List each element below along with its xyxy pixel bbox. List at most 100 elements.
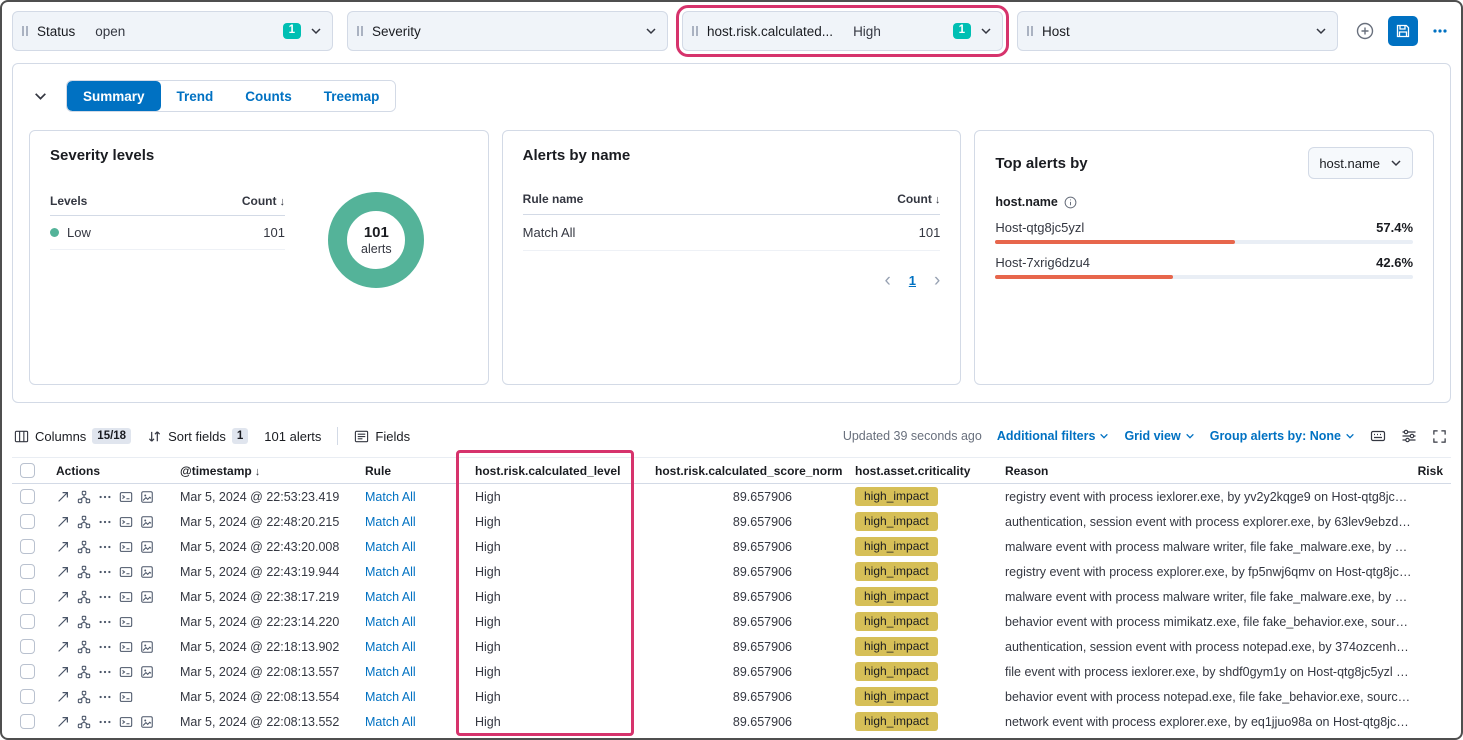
analyze-event-icon[interactable] xyxy=(77,715,91,729)
session-view-icon[interactable] xyxy=(119,615,133,629)
additional-filters-button[interactable]: Additional filters xyxy=(997,429,1110,443)
fullscreen-button[interactable] xyxy=(1432,429,1447,444)
timeline-icon-button[interactable] xyxy=(140,640,154,654)
analyze-event-icon[interactable] xyxy=(77,590,91,604)
session-view-icon[interactable] xyxy=(119,490,133,504)
timeline-icon-button[interactable] xyxy=(140,665,154,679)
timeline-icon-button[interactable] xyxy=(140,515,154,529)
filter-pill[interactable]: Host xyxy=(1017,11,1338,51)
col-header-risk-level[interactable]: host.risk.calculated_level xyxy=(462,464,647,478)
analyze-event-icon[interactable] xyxy=(77,490,91,504)
session-view-icon[interactable] xyxy=(119,690,133,704)
alert-reason[interactable]: malware event with process malware write… xyxy=(997,590,1413,604)
top-alerts-field-select[interactable]: host.name xyxy=(1308,147,1413,179)
group-alerts-by-button[interactable]: Group alerts by: None xyxy=(1210,429,1355,443)
alert-reason[interactable]: network event with process explorer.exe,… xyxy=(997,715,1413,729)
expand-alert-icon[interactable] xyxy=(56,665,70,679)
tab-counts[interactable]: Counts xyxy=(229,81,308,111)
severity-col-count[interactable]: Count↓ xyxy=(242,194,285,208)
timeline-icon-button[interactable] xyxy=(140,590,154,604)
analyze-event-icon[interactable] xyxy=(77,540,91,554)
grid-view-button[interactable]: Grid view xyxy=(1124,429,1194,443)
col-header-risk-score[interactable]: host.risk.calculated_score_norm xyxy=(647,464,847,478)
display-options-button[interactable] xyxy=(1401,428,1417,444)
session-view-icon[interactable] xyxy=(119,515,133,529)
page-number[interactable]: 1 xyxy=(909,273,916,288)
keyboard-shortcuts-button[interactable] xyxy=(1370,428,1386,444)
row-checkbox[interactable] xyxy=(20,614,35,629)
alert-rule-link[interactable]: Match All xyxy=(365,540,416,554)
analyze-event-icon[interactable] xyxy=(77,615,91,629)
add-filter-button[interactable] xyxy=(1355,21,1375,41)
filter-pill[interactable]: host.risk.calculated... High 1 xyxy=(682,11,1003,51)
row-checkbox[interactable] xyxy=(20,539,35,554)
more-actions-icon[interactable] xyxy=(98,490,112,504)
expand-alert-icon[interactable] xyxy=(56,615,70,629)
alert-reason[interactable]: registry event with process iexlorer.exe… xyxy=(997,490,1413,504)
row-checkbox[interactable] xyxy=(20,714,35,729)
alert-reason[interactable]: registry event with process explorer.exe… xyxy=(997,565,1413,579)
select-all-checkbox[interactable] xyxy=(20,463,35,478)
expand-alert-icon[interactable] xyxy=(56,690,70,704)
session-view-icon[interactable] xyxy=(119,590,133,604)
col-header-timestamp[interactable]: @timestamp↓ xyxy=(172,464,357,478)
row-checkbox[interactable] xyxy=(20,589,35,604)
analyze-event-icon[interactable] xyxy=(77,640,91,654)
timeline-icon-button[interactable] xyxy=(140,540,154,554)
save-query-button[interactable] xyxy=(1388,16,1418,46)
tab-treemap[interactable]: Treemap xyxy=(308,81,396,111)
timeline-icon-button[interactable] xyxy=(140,565,154,579)
timeline-icon-button[interactable] xyxy=(140,490,154,504)
rule-count-col[interactable]: Count↓ xyxy=(897,192,940,206)
alert-rule-link[interactable]: Match All xyxy=(365,640,416,654)
expand-alert-icon[interactable] xyxy=(56,490,70,504)
next-page-icon[interactable]: › xyxy=(934,271,940,290)
session-view-icon[interactable] xyxy=(119,715,133,729)
more-actions-icon[interactable] xyxy=(98,565,112,579)
columns-button[interactable]: Columns 15/18 xyxy=(14,428,131,444)
tab-trend[interactable]: Trend xyxy=(161,81,230,111)
filter-pill[interactable]: Severity xyxy=(347,11,668,51)
alert-rule-link[interactable]: Match All xyxy=(365,690,416,704)
alert-reason[interactable]: file event with process iexlorer.exe, by… xyxy=(997,665,1413,679)
more-actions-icon[interactable] xyxy=(98,590,112,604)
alert-rule-link[interactable]: Match All xyxy=(365,490,416,504)
col-header-reason[interactable]: Reason xyxy=(997,464,1413,478)
more-actions-icon[interactable] xyxy=(98,515,112,529)
expand-alert-icon[interactable] xyxy=(56,515,70,529)
timeline-icon-button[interactable] xyxy=(140,715,154,729)
more-actions-icon[interactable] xyxy=(98,640,112,654)
alert-reason[interactable]: behavior event with process mimikatz.exe… xyxy=(997,615,1413,629)
more-actions-icon[interactable] xyxy=(98,690,112,704)
row-checkbox[interactable] xyxy=(20,564,35,579)
session-view-icon[interactable] xyxy=(119,565,133,579)
alert-rule-link[interactable]: Match All xyxy=(365,715,416,729)
expand-alert-icon[interactable] xyxy=(56,640,70,654)
col-header-criticality[interactable]: host.asset.criticality xyxy=(847,464,997,478)
session-view-icon[interactable] xyxy=(119,540,133,554)
prev-page-icon[interactable]: ‹ xyxy=(884,271,890,290)
row-checkbox[interactable] xyxy=(20,639,35,654)
analyze-event-icon[interactable] xyxy=(77,665,91,679)
fields-button[interactable]: Fields xyxy=(354,429,410,444)
more-actions-icon[interactable] xyxy=(98,540,112,554)
alert-rule-link[interactable]: Match All xyxy=(365,590,416,604)
filter-pill[interactable]: Status open 1 xyxy=(12,11,333,51)
query-menu-button[interactable] xyxy=(1431,22,1449,40)
sort-fields-button[interactable]: Sort fields 1 xyxy=(147,428,248,444)
expand-alert-icon[interactable] xyxy=(56,565,70,579)
analyze-event-icon[interactable] xyxy=(77,690,91,704)
alert-reason[interactable]: behavior event with process notepad.exe,… xyxy=(997,690,1413,704)
more-actions-icon[interactable] xyxy=(98,665,112,679)
alert-rule-link[interactable]: Match All xyxy=(365,565,416,579)
tab-summary[interactable]: Summary xyxy=(67,81,161,111)
col-header-risk[interactable]: Risk xyxy=(1413,464,1451,478)
analyze-event-icon[interactable] xyxy=(77,565,91,579)
analyze-event-icon[interactable] xyxy=(77,515,91,529)
alert-reason[interactable]: malware event with process malware write… xyxy=(997,540,1413,554)
row-checkbox[interactable] xyxy=(20,489,35,504)
row-checkbox[interactable] xyxy=(20,689,35,704)
alert-rule-link[interactable]: Match All xyxy=(365,515,416,529)
row-checkbox[interactable] xyxy=(20,664,35,679)
session-view-icon[interactable] xyxy=(119,640,133,654)
